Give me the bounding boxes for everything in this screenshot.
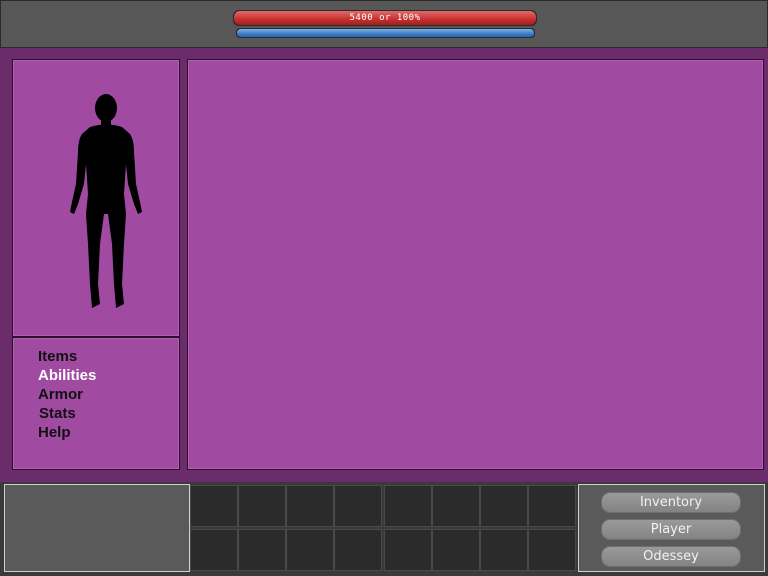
hotbar-slot[interactable]	[334, 485, 382, 527]
hotbar-slot[interactable]	[238, 529, 286, 571]
health-text: 5400 or 100%	[349, 13, 421, 23]
top-status-bar: 5400 or 100%	[0, 0, 768, 48]
menu-item-stats[interactable]: Stats	[39, 405, 76, 423]
hotbar-slot[interactable]	[384, 485, 432, 527]
chat-box[interactable]	[4, 484, 190, 572]
inventory-button[interactable]: Inventory	[601, 492, 741, 513]
character-portrait-panel	[12, 59, 180, 337]
hotbar-slot[interactable]	[480, 529, 528, 571]
human-silhouette-icon	[70, 94, 142, 308]
hotbar-slot[interactable]	[190, 485, 238, 527]
menu-item-armor[interactable]: Armor	[38, 386, 83, 404]
hotbar-slot[interactable]	[528, 529, 576, 571]
button-panel: Inventory Player Odessey	[578, 484, 765, 572]
hotbar-slot[interactable]	[384, 529, 432, 571]
player-button[interactable]: Player	[601, 519, 741, 540]
hotbar	[190, 484, 576, 572]
health-bar: 5400 or 100%	[233, 10, 537, 26]
hotbar-slot[interactable]	[432, 529, 480, 571]
hotbar-slot[interactable]	[432, 485, 480, 527]
hotbar-slot[interactable]	[190, 529, 238, 571]
main-frame: Items Abilities Armor Stats Help	[1, 50, 767, 478]
odessey-button[interactable]: Odessey	[601, 546, 741, 567]
hotbar-slot[interactable]	[528, 485, 576, 527]
hotbar-slot[interactable]	[238, 485, 286, 527]
character-menu-panel: Items Abilities Armor Stats Help	[12, 337, 180, 470]
mana-bar-fill	[237, 29, 534, 37]
hotbar-slot[interactable]	[286, 485, 334, 527]
menu-item-help[interactable]: Help	[38, 424, 71, 442]
bottom-hud: Inventory Player Odessey	[0, 482, 768, 576]
mana-bar	[236, 28, 535, 38]
menu-item-items[interactable]: Items	[38, 348, 77, 366]
hotbar-slot[interactable]	[480, 485, 528, 527]
menu-item-abilities[interactable]: Abilities	[38, 367, 96, 385]
hotbar-slot[interactable]	[334, 529, 382, 571]
content-panel	[187, 59, 764, 470]
hotbar-slot[interactable]	[286, 529, 334, 571]
